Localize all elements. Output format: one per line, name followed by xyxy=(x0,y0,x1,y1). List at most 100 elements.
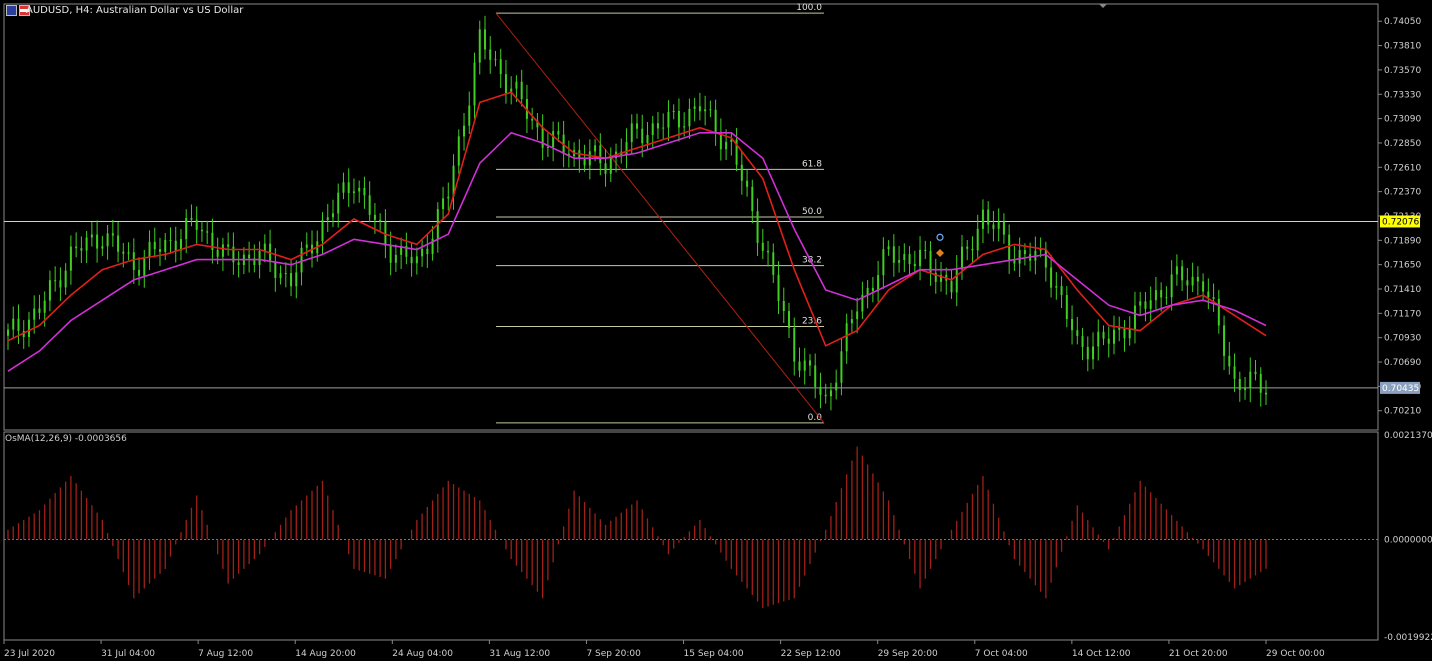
candle-body xyxy=(300,247,303,273)
candle-body xyxy=(1133,305,1136,330)
time-tick-label: 7 Sep 20:00 xyxy=(586,649,641,659)
candle-body xyxy=(379,219,382,222)
candle-body xyxy=(646,134,649,144)
candle-body xyxy=(373,214,376,220)
price-tick-label: 0.72850 xyxy=(1384,139,1421,149)
candle-body xyxy=(1186,280,1189,286)
candle-body xyxy=(279,273,282,278)
candle-body xyxy=(698,106,701,112)
candle-body xyxy=(599,145,602,164)
candle-body xyxy=(808,360,811,366)
candle-body xyxy=(227,244,230,247)
candle-body xyxy=(101,246,104,249)
symbol-label: AUDUSD, H4: xyxy=(26,5,93,16)
candle-body xyxy=(159,249,162,252)
osma-label: OsMA(12,26,9) -0.0003656 xyxy=(5,434,127,444)
candle-body xyxy=(740,164,743,181)
time-tick-label: 22 Sep 12:00 xyxy=(781,649,841,659)
candle-body xyxy=(798,361,801,371)
candle-body xyxy=(824,394,827,397)
candle-body xyxy=(221,244,224,257)
candle-body xyxy=(206,231,209,233)
candle-body xyxy=(447,196,450,199)
candle-body xyxy=(347,182,350,194)
price-tick-label: 0.74050 xyxy=(1384,17,1421,27)
candle-body xyxy=(656,123,659,129)
candle-body xyxy=(609,158,612,174)
candle-body xyxy=(552,131,555,148)
candle-body xyxy=(1097,331,1100,347)
candle-body xyxy=(1112,329,1115,344)
candle-body xyxy=(1002,221,1005,235)
time-tick-label: 29 Oct 00:00 xyxy=(1266,649,1325,659)
candle-body xyxy=(630,123,633,143)
time-tick-label: 31 Jul 04:00 xyxy=(101,649,155,659)
candle-body xyxy=(263,243,266,251)
candle-body xyxy=(725,141,728,150)
candle-body xyxy=(877,275,880,292)
candle-body xyxy=(761,242,764,251)
candle-body xyxy=(892,246,895,263)
osma-tick-label: 0.0000000 xyxy=(1384,536,1432,546)
candle-body xyxy=(667,111,670,128)
candle-body xyxy=(274,261,277,278)
candle-body xyxy=(924,249,927,251)
candle-body xyxy=(1144,301,1147,309)
candle-body xyxy=(850,319,853,324)
candle-body xyxy=(1223,325,1226,356)
candle-body xyxy=(117,235,120,252)
candle-body xyxy=(583,158,586,166)
candle-body xyxy=(845,323,848,352)
candle-body xyxy=(248,254,251,259)
candle-body xyxy=(767,250,770,253)
candle-body xyxy=(7,329,9,336)
candle-body xyxy=(641,128,644,144)
price-tick-label: 0.71410 xyxy=(1384,285,1421,295)
price-tick-label: 0.71650 xyxy=(1384,261,1421,271)
candle-body xyxy=(1233,366,1236,379)
candle-body xyxy=(1202,281,1205,292)
price-chart[interactable]: 0.74050 0.73810 0.73570 0.73330 0.73090 0.728… xyxy=(0,0,1432,661)
candle-body xyxy=(190,218,193,220)
candle-body xyxy=(489,49,492,60)
time-tick-label: 15 Sep 04:00 xyxy=(684,649,744,659)
candle-body xyxy=(75,246,78,249)
candle-body xyxy=(1249,371,1252,389)
candle-body xyxy=(1207,291,1210,298)
candle-body xyxy=(1076,330,1079,337)
time-tick-label: 14 Aug 20:00 xyxy=(295,649,356,659)
candle-body xyxy=(321,220,324,242)
candle-body xyxy=(819,386,822,395)
candle-body xyxy=(442,198,445,210)
candle-body xyxy=(1102,331,1105,339)
candle-body xyxy=(677,110,680,128)
candle-body xyxy=(1149,300,1152,309)
candle-body xyxy=(557,131,560,135)
candle-body xyxy=(866,287,869,295)
candle-body xyxy=(1065,295,1068,320)
candle-body xyxy=(80,248,83,251)
candle-body xyxy=(43,300,46,313)
candle-body xyxy=(368,195,371,215)
candle-body xyxy=(295,272,298,287)
candle-body xyxy=(520,81,523,100)
candle-body xyxy=(814,365,817,387)
fibo-trend-line xyxy=(495,12,825,424)
time-tick-label: 21 Oct 20:00 xyxy=(1169,649,1228,659)
candle-body xyxy=(1154,290,1157,301)
candle-body xyxy=(856,311,859,320)
candle-body xyxy=(704,109,707,112)
candle-body xyxy=(153,241,156,250)
time-tick-label: 7 Aug 12:00 xyxy=(198,649,253,659)
candle-body xyxy=(421,248,424,257)
candle-body xyxy=(1165,297,1168,299)
price-tick-label: 0.73570 xyxy=(1384,66,1421,76)
candle-body xyxy=(777,274,780,301)
candle-body xyxy=(1086,347,1089,360)
price-tick-label: 0.73090 xyxy=(1384,115,1421,125)
candle-body xyxy=(38,308,41,313)
chart-window[interactable]: 0.74050 0.73810 0.73570 0.73330 0.73090 0.728… xyxy=(0,0,1432,661)
candle-body xyxy=(410,256,413,264)
time-tick-label: 23 Jul 2020 xyxy=(4,649,55,659)
candle-body xyxy=(803,360,806,371)
